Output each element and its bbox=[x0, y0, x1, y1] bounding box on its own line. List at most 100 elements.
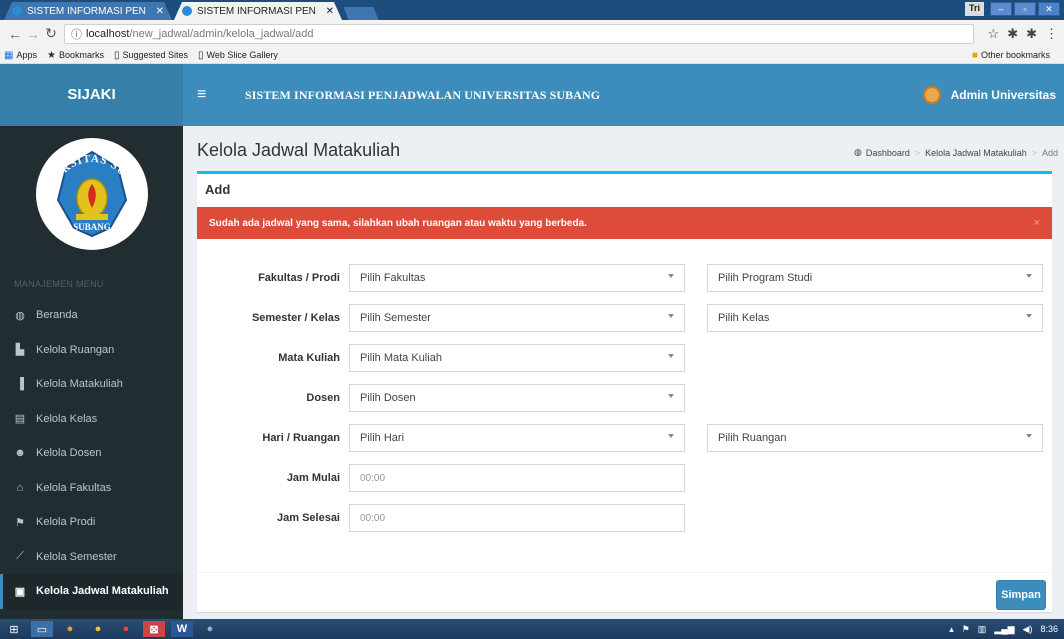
tab-close-icon[interactable]: ✕ bbox=[326, 6, 334, 17]
alert-close-icon[interactable]: × bbox=[1034, 217, 1040, 229]
favicon-icon bbox=[12, 6, 22, 16]
browser-icon[interactable]: ● bbox=[59, 621, 81, 637]
minimize-icon[interactable]: – bbox=[990, 2, 1012, 16]
file-icon: ▤ bbox=[14, 413, 26, 426]
prodi-select[interactable]: Pilih Program Studi bbox=[707, 264, 1043, 292]
bookmark-suggested-sites[interactable]: ▯ Suggested Sites bbox=[114, 50, 188, 61]
sidebar-item-kelola-dosen[interactable]: ☻ Kelola Dosen bbox=[0, 436, 183, 471]
sidebar-menu: ◍ Beranda ▙ Kelola Ruangan ▐ Kelola Matakul… bbox=[0, 298, 183, 609]
bookmark-bookmarks[interactable]: ★ Bookmarks bbox=[47, 50, 104, 61]
sidebar-item-kelola-fakultas[interactable]: ⌂ Kelola Fakultas bbox=[0, 471, 183, 506]
avatar bbox=[922, 86, 941, 104]
jam-mulai-input[interactable]: 00:00 bbox=[349, 464, 685, 492]
profile-badge[interactable]: Tri bbox=[964, 2, 984, 16]
favicon-icon bbox=[182, 6, 192, 16]
university-seal-logo: UNIVERSITAS SUBANG SUBANG bbox=[36, 138, 148, 250]
hari-label: Hari / Ruangan bbox=[262, 432, 340, 444]
breadcrumb-kelola-jadwal[interactable]: Kelola Jadwal Matakuliah bbox=[925, 148, 1027, 158]
forward-arrow-icon[interactable]: → bbox=[24, 26, 42, 42]
back-arrow-icon[interactable]: ← bbox=[6, 26, 24, 42]
signal-icon[interactable]: ▂▄▆ bbox=[994, 624, 1014, 635]
reload-icon[interactable]: ↻ bbox=[42, 25, 60, 42]
browser-tab-1[interactable]: SISTEM INFORMASI PEN ✕ bbox=[4, 2, 172, 20]
flag-icon[interactable]: ⚑ bbox=[962, 624, 970, 635]
matkul-select[interactable]: Pilih Mata Kuliah bbox=[349, 344, 685, 372]
form-row-jam-selesai: Jam Selesai 00:00 bbox=[197, 504, 1052, 532]
form-row-fakultas: Fakultas / Prodi Pilih Fakultas Pilih Pr… bbox=[197, 264, 1052, 292]
dashboard-icon: ◍ bbox=[854, 147, 862, 157]
network-icon[interactable]: ▥ bbox=[978, 624, 987, 635]
clock[interactable]: 8:36 bbox=[1040, 624, 1058, 634]
chevron-down-icon bbox=[668, 314, 674, 318]
extension-icon[interactable]: ✱ bbox=[1026, 26, 1037, 42]
fakultas-label: Fakultas / Prodi bbox=[258, 272, 340, 284]
app-icon[interactable]: ⊠ bbox=[143, 621, 165, 637]
app-brand[interactable]: SIJAKI bbox=[0, 64, 183, 126]
extension-icon[interactable]: ✱ bbox=[1007, 26, 1018, 42]
sidebar-item-kelola-semester[interactable]: ⟋ Kelola Semester bbox=[0, 540, 183, 575]
sidebar-toggle-icon[interactable]: ≡ bbox=[197, 86, 217, 104]
kelas-select[interactable]: Pilih Kelas bbox=[707, 304, 1043, 332]
app-icon[interactable]: ● bbox=[87, 621, 109, 637]
hari-select[interactable]: Pilih Hari bbox=[349, 424, 685, 452]
bookmark-star-icon[interactable]: ☆ bbox=[988, 26, 1000, 42]
form-row-dosen: Dosen Pilih Dosen bbox=[197, 384, 1052, 412]
alert-message: Sudah ada jadwal yang sama, silahkan uba… bbox=[209, 217, 587, 229]
maximize-icon[interactable]: ▫ bbox=[1014, 2, 1036, 16]
volume-icon[interactable]: ◀) bbox=[1023, 624, 1033, 635]
sidebar-item-kelola-kelas[interactable]: ▤ Kelola Kelas bbox=[0, 402, 183, 437]
url-input[interactable]: ⓘ localhost /new_jadwal/admin/kelola_jad… bbox=[64, 23, 974, 44]
close-icon[interactable]: ✕ bbox=[1038, 2, 1060, 16]
sidebar-item-kelola-matakuliah[interactable]: ▐ Kelola Matakuliah bbox=[0, 367, 183, 402]
svg-text:SUBANG: SUBANG bbox=[73, 222, 111, 232]
fakultas-select[interactable]: Pilih Fakultas bbox=[349, 264, 685, 292]
new-tab-button[interactable] bbox=[343, 7, 379, 20]
star-icon: ★ bbox=[46, 49, 56, 61]
building-icon: ▙ bbox=[15, 344, 25, 357]
window-controls: Tri – ▫ ✕ bbox=[964, 2, 1060, 16]
calendar-icon: ▣ bbox=[14, 585, 26, 598]
app-title: SISTEM INFORMASI PENJADWALAN UNIVERSITAS… bbox=[245, 87, 601, 102]
save-button[interactable]: Simpan bbox=[996, 580, 1046, 610]
user-menu[interactable]: Admin Universitas bbox=[922, 86, 1056, 104]
explorer-icon[interactable]: ▭ bbox=[31, 621, 53, 637]
chevron-down-icon bbox=[668, 354, 674, 358]
main-content: Kelola Jadwal Matakuliah ◍ Dashboard > K… bbox=[183, 126, 1064, 619]
form-box: Add Sudah ada jadwal yang sama, silahkan… bbox=[197, 171, 1052, 612]
sidebar-item-kelola-prodi[interactable]: ⚑ Kelola Prodi bbox=[0, 505, 183, 540]
tab-label: SISTEM INFORMASI PEN bbox=[27, 5, 146, 17]
tab-close-icon[interactable]: ✕ bbox=[156, 6, 164, 17]
other-bookmarks[interactable]: ■ Other bookmarks bbox=[972, 50, 1050, 61]
app-icon[interactable]: ● bbox=[199, 621, 221, 637]
breadcrumb-separator: > bbox=[1031, 147, 1037, 158]
page-icon: ▯ bbox=[198, 49, 204, 61]
tray-arrow-icon[interactable]: ▴ bbox=[949, 624, 954, 635]
breadcrumb-dashboard[interactable]: Dashboard bbox=[866, 148, 910, 158]
chrome-icon[interactable]: ● bbox=[115, 621, 137, 637]
bookmark-apps[interactable]: ▦ Apps bbox=[4, 50, 37, 61]
info-icon[interactable]: ⓘ bbox=[71, 26, 82, 42]
jam-selesai-label: Jam Selesai bbox=[277, 512, 340, 524]
chevron-down-icon bbox=[1026, 434, 1032, 438]
dosen-select[interactable]: Pilih Dosen bbox=[349, 384, 685, 412]
error-alert: Sudah ada jadwal yang sama, silahkan uba… bbox=[197, 207, 1052, 239]
form-row-jam-mulai: Jam Mulai 00:00 bbox=[197, 464, 1052, 492]
word-icon[interactable]: W bbox=[171, 621, 193, 637]
jam-selesai-input[interactable]: 00:00 bbox=[349, 504, 685, 532]
line-chart-icon: ⟋ bbox=[16, 550, 24, 563]
chevron-down-icon bbox=[668, 274, 674, 278]
menu-header: MANAJEMEN MENU bbox=[14, 279, 104, 289]
os-taskbar: ⊞ ▭ ● ● ● ⊠ W ● ▴ ⚑ ▥ ▂▄▆ ◀) 8:36 bbox=[0, 619, 1064, 639]
chevron-down-icon bbox=[668, 394, 674, 398]
sidebar-item-kelola-jadwal-matakuliah[interactable]: ▣ Kelola Jadwal Matakuliah bbox=[0, 574, 183, 609]
ruangan-select[interactable]: Pilih Ruangan bbox=[707, 424, 1043, 452]
browser-tab-2[interactable]: SISTEM INFORMASI PEN ✕ bbox=[174, 2, 342, 20]
menu-kebab-icon[interactable]: ⋮ bbox=[1045, 26, 1058, 42]
sidebar-item-beranda[interactable]: ◍ Beranda bbox=[0, 298, 183, 333]
breadcrumb: ◍ Dashboard > Kelola Jadwal Matakuliah >… bbox=[854, 147, 1058, 158]
start-windows-icon[interactable]: ⊞ bbox=[3, 621, 25, 637]
bookmark-web-slice-gallery[interactable]: ▯ Web Slice Gallery bbox=[198, 50, 278, 61]
address-bar: ← → ↻ ⓘ localhost /new_jadwal/admin/kelo… bbox=[0, 20, 1064, 47]
sidebar-item-kelola-ruangan[interactable]: ▙ Kelola Ruangan bbox=[0, 333, 183, 368]
semester-select[interactable]: Pilih Semester bbox=[349, 304, 685, 332]
